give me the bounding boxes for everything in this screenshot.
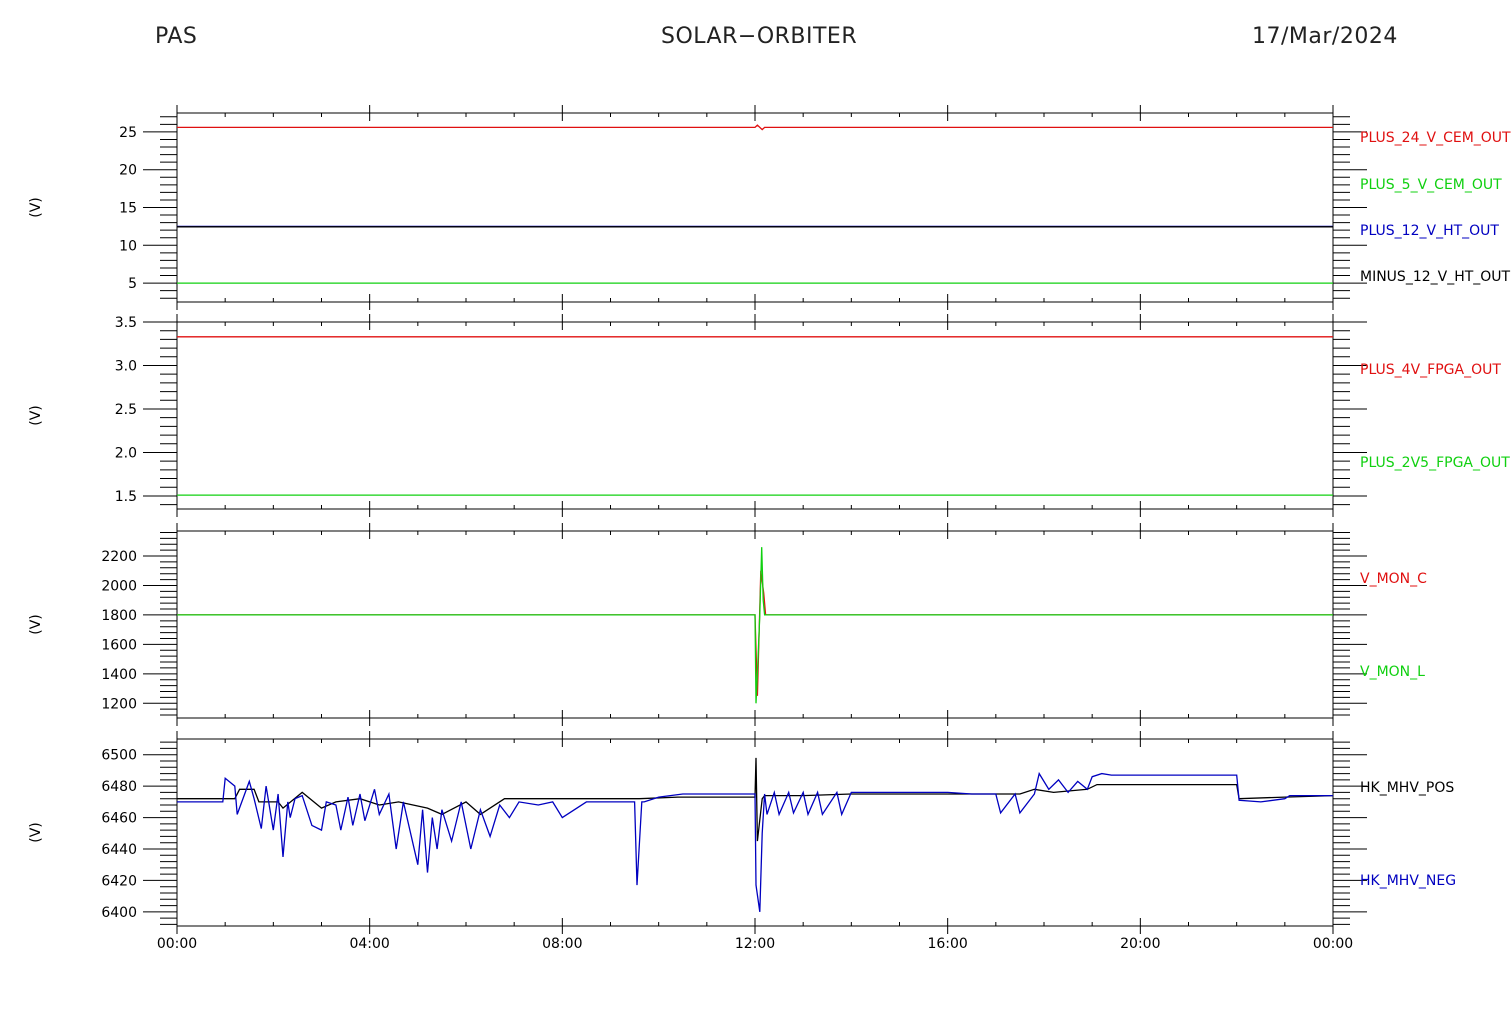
legend-v-mon-l: V_MON_L — [1360, 664, 1425, 680]
legend-hk-mhv-neg: HK_MHV_NEG — [1360, 873, 1456, 889]
x-tick-label: 00:00 — [157, 936, 197, 952]
legend-minus-12-v-ht-out: MINUS_12_V_HT_OUT — [1360, 269, 1511, 285]
y-tick-label: 6400 — [101, 905, 137, 921]
y-tick-label: 2000 — [101, 578, 137, 594]
panel-3: 1200 1400 1600 1800 2000 2200 (V) V_MON_C V_MON_… — [28, 523, 1427, 726]
legend-hk-mhv-pos: HK_MHV_POS — [1360, 780, 1454, 796]
legend-plus-24-v-cem-out: PLUS_24_V_CEM_OUT — [1360, 130, 1511, 146]
y-tick-label: 20 — [119, 163, 137, 179]
y-tick-label: 1200 — [101, 696, 137, 712]
plot-frame — [176, 321, 1334, 510]
panel-1: 5 10 15 20 25 (V) PLUS_24_V_CEM_OUT PLUS_5_V_CE… — [28, 105, 1511, 310]
panel-4: 6400 6420 6440 6460 6480 6500 (V) HK_MHV_POS HK_… — [28, 731, 1456, 934]
y-tick-label: 2.5 — [115, 402, 137, 418]
legend-v-mon-c: V_MON_C — [1360, 571, 1427, 587]
series-line-hk-mhv-neg — [177, 771, 1333, 912]
y-axis-label: (V) — [28, 822, 44, 843]
y-tick-label: 6480 — [101, 779, 137, 795]
y-tick-label: 25 — [119, 125, 137, 141]
y-tick-label: 3.5 — [115, 315, 137, 331]
x-tick-label: 00:00 — [1313, 936, 1353, 952]
x-tick-label: 08:00 — [542, 936, 582, 952]
y-tick-label: 1800 — [101, 608, 137, 624]
series-line-plus-24-v-cem-out — [177, 124, 1333, 131]
x-tick-label: 12:00 — [735, 936, 775, 952]
y-tick-label: 1600 — [101, 637, 137, 653]
panel-2: 1.5 2.0 2.5 3.0 3.5 (V) PLUS_4V_FPGA_OUT PLUS_2… — [28, 314, 1510, 517]
x-tick-label: 16:00 — [927, 936, 967, 952]
legend-plus-12-v-ht-out: PLUS_12_V_HT_OUT — [1360, 223, 1499, 239]
series-line-v-mon-l — [177, 547, 1333, 704]
y-tick-label: 6500 — [101, 748, 137, 764]
y-axis-label: (V) — [28, 614, 44, 635]
x-tick-label: 20:00 — [1120, 936, 1160, 952]
legend-plus-2v5-fpga-out: PLUS_2V5_FPGA_OUT — [1360, 455, 1510, 471]
y-axis-label: (V) — [28, 197, 44, 218]
legend-plus-4v-fpga-out: PLUS_4V_FPGA_OUT — [1360, 362, 1501, 378]
y-tick-label: 6420 — [101, 873, 137, 889]
y-tick-label: 1.5 — [115, 489, 137, 505]
x-tick-label: 04:00 — [349, 936, 389, 952]
y-tick-label: 1400 — [101, 667, 137, 683]
y-tick-label: 2200 — [101, 549, 137, 565]
legend-plus-5-v-cem-out: PLUS_5_V_CEM_OUT — [1360, 177, 1502, 193]
y-tick-label: 15 — [119, 201, 137, 217]
y-tick-label: 10 — [119, 238, 137, 254]
chart-area: 5 10 15 20 25 (V) PLUS_24_V_CEM_OUT PLUS_5_V_CE… — [28, 105, 1511, 952]
y-axis-label: (V) — [28, 405, 44, 426]
plot-frame — [176, 112, 1334, 303]
y-tick-label: 3.0 — [115, 358, 137, 374]
y-tick-label: 6440 — [101, 842, 137, 858]
y-tick-label: 5 — [128, 276, 137, 292]
y-tick-label: 6460 — [101, 811, 137, 827]
y-tick-label: 2.0 — [115, 445, 137, 461]
